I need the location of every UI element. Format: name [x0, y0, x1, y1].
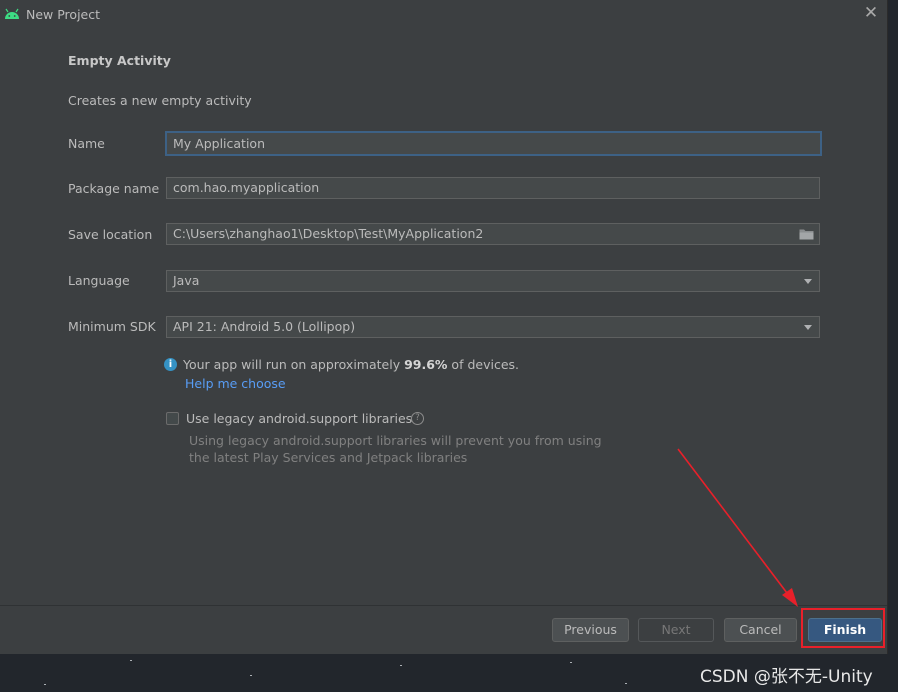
background-star: [570, 662, 572, 663]
background-star: [44, 684, 46, 685]
background-star: [130, 660, 132, 661]
annotation-arrow: [677, 448, 798, 607]
watermark-text: CSDN @张不无-Unity: [700, 667, 873, 687]
background-star: [250, 675, 252, 676]
background-star: [625, 683, 627, 684]
background-star: [400, 665, 402, 666]
finish-highlight-box: [801, 608, 885, 648]
